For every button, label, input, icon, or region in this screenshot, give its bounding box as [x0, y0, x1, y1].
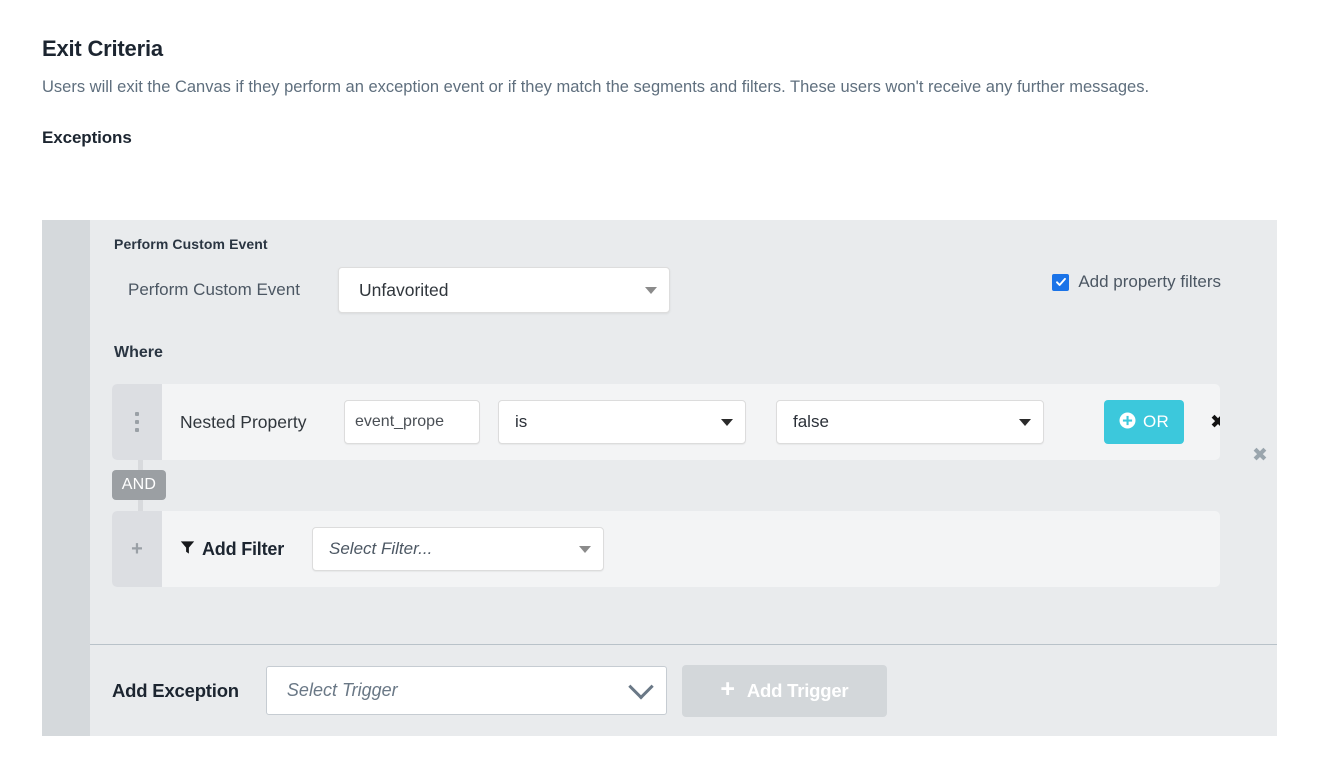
add-filter-content: Add Filter Select Filter...	[162, 511, 1220, 587]
select-trigger-placeholder: Select Trigger	[286, 680, 398, 700]
filters-zone: Nested Property is false	[112, 384, 1268, 587]
funnel-icon	[180, 539, 195, 560]
add-trigger-button[interactable]: + Add Trigger	[681, 664, 887, 717]
add-exception-row: Add Exception Select Trigger + Add Trigg…	[90, 645, 1277, 736]
where-label: Where	[114, 344, 163, 361]
add-filter-row: + Add Filter Select Filter...	[112, 511, 1220, 587]
block-title: Perform Custom Event	[114, 236, 268, 252]
add-or-condition-button[interactable]: OR	[1104, 400, 1184, 444]
page-title: Exit Criteria	[42, 36, 163, 61]
filter-row-content: Nested Property is false	[162, 384, 1220, 460]
filter-row: Nested Property is false	[112, 384, 1220, 460]
logic-operator-badge[interactable]: AND	[112, 470, 166, 500]
exception-card-body: Perform Custom Event Perform Custom Even…	[90, 220, 1277, 736]
custom-event-value: Unfavorited	[359, 279, 449, 300]
plus-circle-icon	[1119, 412, 1136, 432]
operator-value: is	[515, 412, 528, 431]
exit-criteria-header: Exit Criteria Users will exit the Canvas…	[42, 36, 1282, 148]
chevron-down-icon	[1019, 418, 1031, 426]
grip-dots-icon	[135, 412, 139, 432]
add-exception-label: Add Exception	[112, 679, 239, 701]
chevron-down-icon	[579, 545, 591, 553]
page-description: Users will exit the Canvas if they perfo…	[42, 78, 1150, 97]
plus-icon: +	[720, 674, 735, 703]
select-filter-dropdown[interactable]: Select Filter...	[312, 527, 604, 571]
add-property-filters-checkbox[interactable]	[1052, 273, 1070, 291]
operator-select[interactable]: is	[498, 400, 746, 444]
property-kind-label: Nested Property	[180, 411, 307, 432]
add-trigger-label: Add Trigger	[746, 679, 849, 701]
remove-filter-button[interactable]: ✖	[1210, 412, 1220, 432]
add-property-filters-toggle[interactable]: Add property filters	[1052, 272, 1221, 292]
custom-event-select[interactable]: Unfavorited	[338, 267, 670, 313]
remove-filter-group-button[interactable]: ✖	[1252, 446, 1268, 465]
property-name-input[interactable]	[344, 400, 480, 444]
chevron-down-icon	[721, 418, 733, 426]
add-filter-plus-handle[interactable]: +	[112, 511, 162, 587]
select-trigger-dropdown[interactable]: Select Trigger	[265, 666, 667, 715]
or-button-label: OR	[1143, 412, 1169, 431]
value-value: false	[793, 412, 829, 431]
add-filter-label-wrap: Add Filter	[180, 539, 284, 560]
value-select[interactable]: false	[776, 400, 1044, 444]
plus-icon: +	[131, 538, 143, 560]
perform-custom-event-block: Perform Custom Event Perform Custom Even…	[90, 220, 1277, 314]
chevron-down-icon	[628, 673, 654, 699]
add-filter-label: Add Filter	[202, 538, 284, 559]
add-property-filters-label: Add property filters	[1078, 272, 1221, 291]
chevron-down-icon	[645, 286, 657, 294]
exception-card: Perform Custom Event Perform Custom Even…	[42, 220, 1277, 736]
drag-handle[interactable]	[112, 384, 162, 460]
perform-custom-event-label: Perform Custom Event	[128, 280, 300, 299]
card-left-rail	[42, 220, 90, 736]
exceptions-section-title: Exceptions	[42, 127, 132, 147]
select-filter-placeholder: Select Filter...	[329, 539, 433, 558]
